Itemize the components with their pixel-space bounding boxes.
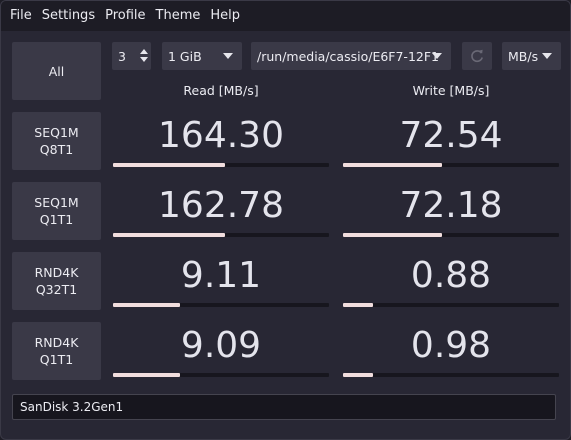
unit-value: MB/s (508, 48, 539, 64)
read-progress-bar (113, 303, 329, 307)
test-button-rnd4k-q1t1[interactable]: RND4K Q1T1 (12, 322, 101, 380)
test-count-spinbox[interactable]: 3 (112, 42, 151, 70)
menu-file[interactable]: File (5, 1, 37, 31)
read-value: 9.11 (180, 255, 262, 296)
test-name: RND4K (34, 335, 79, 350)
read-progress-fill (113, 233, 226, 237)
menu-settings[interactable]: Settings (37, 1, 100, 31)
test-params: Q1T1 (39, 212, 74, 227)
test-button-label: RND4K Q1T1 (35, 334, 79, 368)
test-button-label: RND4K Q32T1 (35, 264, 79, 298)
test-size-select[interactable]: 1 GiB (162, 42, 242, 70)
spin-up-icon[interactable] (140, 49, 148, 54)
test-button-seq1m-q1t1[interactable]: SEQ1M Q1T1 (12, 182, 101, 240)
test-name: SEQ1M (34, 195, 79, 210)
chevron-down-icon (432, 53, 442, 59)
write-progress-bar (343, 303, 559, 307)
write-progress-fill (343, 373, 374, 377)
spin-down-icon[interactable] (140, 57, 148, 62)
write-value: 72.18 (399, 185, 503, 226)
write-progress-bar (343, 163, 559, 167)
write-progress-bar (343, 373, 559, 377)
test-params: Q1T1 (39, 352, 74, 367)
target-path-select[interactable]: /run/media/cassio/E6F7-12F1 (251, 42, 451, 70)
menu-help[interactable]: Help (205, 1, 245, 31)
read-progress-fill (113, 373, 180, 377)
read-progress-bar (113, 233, 329, 237)
refresh-icon (471, 49, 483, 63)
test-name: RND4K (34, 265, 79, 280)
write-progress-fill (343, 163, 443, 167)
write-progress-fill (343, 303, 374, 307)
read-value: 162.78 (158, 185, 284, 226)
write-value: 0.88 (410, 255, 492, 296)
write-progress-bar (343, 233, 559, 237)
test-size-value: 1 GiB (168, 48, 202, 64)
menu-theme[interactable]: Theme (151, 1, 206, 31)
menu-profile[interactable]: Profile (100, 1, 150, 31)
refresh-button[interactable] (462, 42, 492, 70)
device-name-text: SanDisk 3.2Gen1 (20, 400, 124, 414)
menu-bar: File Settings Profile Theme Help (1, 1, 570, 31)
read-value: 164.30 (158, 115, 284, 156)
app-window: File Settings Profile Theme Help All 3 1… (0, 0, 571, 440)
test-params: Q32T1 (35, 282, 78, 297)
read-progress-bar (113, 373, 329, 377)
test-name: SEQ1M (34, 125, 79, 140)
run-all-label: All (48, 63, 65, 79)
device-name-field[interactable]: SanDisk 3.2Gen1 (12, 394, 556, 420)
test-count-value: 3 (118, 48, 126, 64)
write-column-header: Write [MB/s] (412, 83, 490, 98)
test-button-rnd4k-q32t1[interactable]: RND4K Q32T1 (12, 252, 101, 310)
test-params: Q8T1 (39, 142, 74, 157)
read-progress-bar (113, 163, 329, 167)
write-value: 72.54 (399, 115, 503, 156)
write-value: 0.98 (410, 325, 492, 366)
chevron-down-icon (223, 53, 233, 59)
target-path-value: /run/media/cassio/E6F7-12F1 (257, 48, 439, 64)
test-button-seq1m-q8t1[interactable]: SEQ1M Q8T1 (12, 112, 101, 170)
read-value: 9.09 (180, 325, 262, 366)
test-button-label: SEQ1M Q8T1 (34, 124, 78, 158)
read-progress-fill (113, 163, 226, 167)
read-column-header: Read [MB/s] (183, 83, 259, 98)
unit-select[interactable]: MB/s (502, 42, 561, 70)
run-all-button[interactable]: All (12, 42, 101, 100)
write-progress-fill (343, 233, 443, 237)
read-progress-fill (113, 303, 180, 307)
test-button-label: SEQ1M Q1T1 (34, 194, 78, 228)
chevron-down-icon (542, 53, 552, 59)
